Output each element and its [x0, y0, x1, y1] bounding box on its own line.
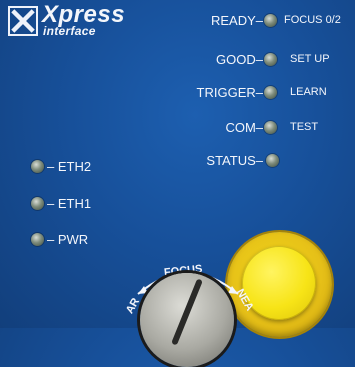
eth2-led-icon [31, 160, 44, 173]
good-label: GOOD– [216, 52, 263, 67]
status-led-icon [266, 154, 279, 167]
good-led-icon [264, 53, 277, 66]
logo-sub-text: interface [43, 24, 96, 38]
trigger-led-icon [264, 86, 277, 99]
pwr-label: – PWR [47, 232, 89, 247]
focus-dial[interactable] [140, 273, 234, 367]
ready-led-icon [264, 14, 277, 27]
eth1-led-icon [31, 197, 44, 210]
x-logo-icon [8, 6, 38, 36]
com-led-icon [264, 121, 277, 134]
learn-mode-label: LEARN [290, 86, 327, 98]
eth2-label: – ETH2 [47, 159, 92, 174]
pwr-led-icon [31, 233, 44, 246]
eth1-label: – ETH1 [47, 196, 92, 211]
com-label: COM– [225, 120, 263, 135]
brand-logo: Xpress interface [8, 3, 138, 40]
focus-mode-value: 0/2 [325, 14, 341, 26]
dial-slot [171, 278, 203, 346]
status-label: STATUS– [206, 153, 263, 168]
dial-far-label: AR [123, 296, 143, 316]
setup-mode-label: SET UP [290, 53, 330, 65]
focus-mode-label: FOCUS 0/2 [284, 15, 341, 26]
ready-label: READY– [210, 13, 263, 28]
trigger-button-cap[interactable] [242, 246, 316, 320]
test-mode-label: TEST [290, 121, 319, 133]
trigger-label: TRIGGER– [196, 85, 263, 100]
focus-mode-text: FOCUS [284, 14, 323, 26]
